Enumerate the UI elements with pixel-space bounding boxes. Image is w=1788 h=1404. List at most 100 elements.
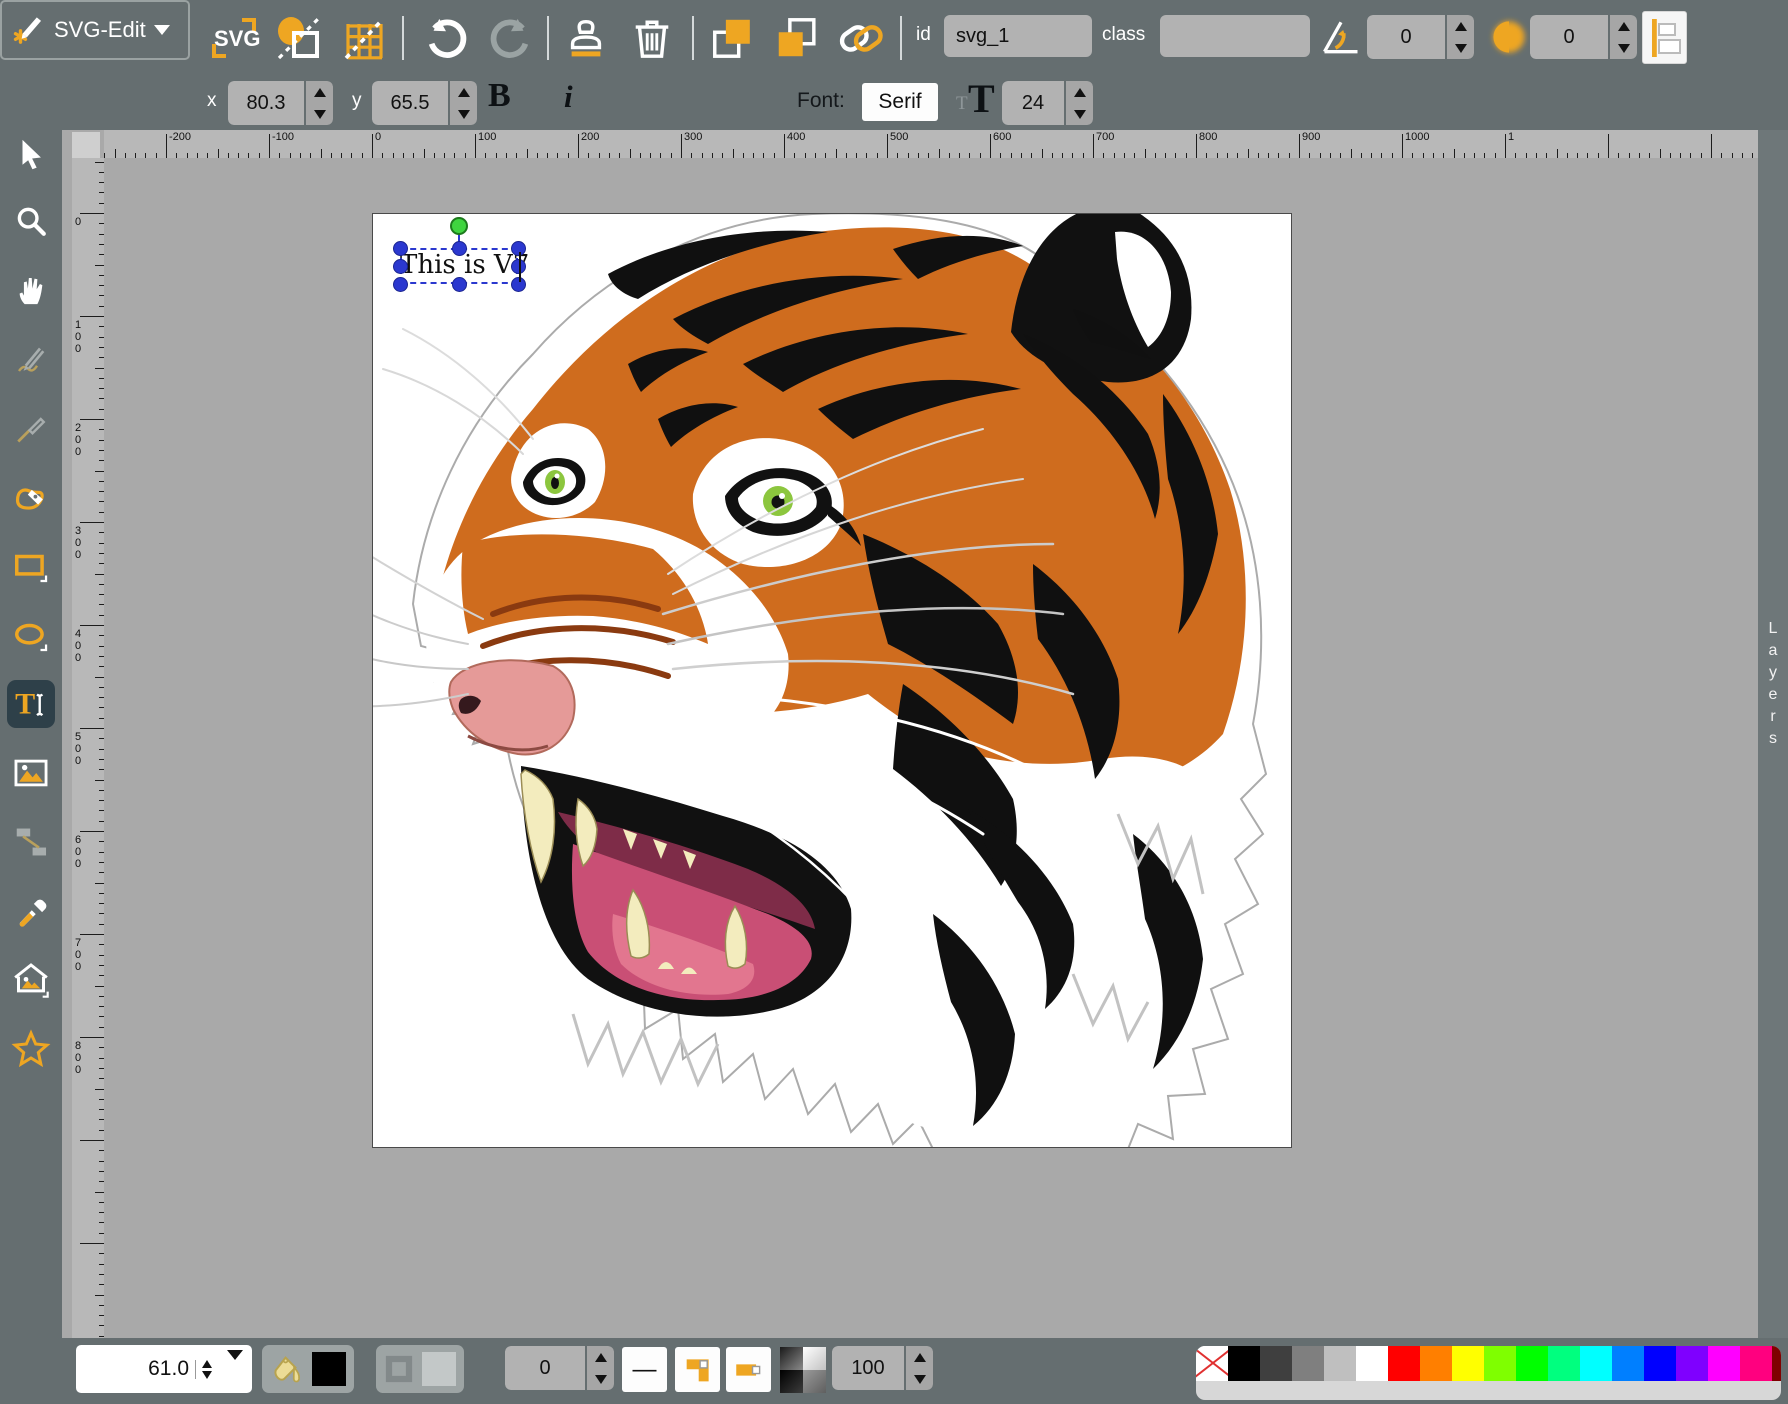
font-size-spinner[interactable]: 24 <box>1002 81 1093 125</box>
zoom-spin-arrows[interactable] <box>195 1360 218 1379</box>
opacity-icon[interactable] <box>780 1347 826 1393</box>
palette-swatch-7f0000[interactable] <box>1772 1346 1781 1381</box>
y-spin-arrows[interactable] <box>450 81 477 125</box>
zoom-control[interactable]: 61.0 <box>76 1345 252 1393</box>
font-family-button[interactable]: Serif <box>862 83 938 121</box>
font-size-value: 24 <box>1002 81 1064 125</box>
grid-snap-button[interactable] <box>337 12 391 64</box>
align-button[interactable] <box>1642 11 1687 64</box>
delete-button[interactable] <box>626 12 678 64</box>
ruler-tick <box>1196 134 1197 158</box>
bold-button[interactable]: B <box>488 77 511 115</box>
palette-swatch-000000[interactable] <box>1228 1346 1260 1381</box>
tool-zoom[interactable] <box>7 197 55 245</box>
blur-spin-arrows[interactable] <box>1610 15 1637 59</box>
undo-button[interactable] <box>421 12 471 64</box>
resize-handle-w[interactable] <box>393 259 408 274</box>
move-to-front-button[interactable] <box>706 12 758 64</box>
tool-eyedropper[interactable] <box>7 887 55 935</box>
palette-swatch-ff7f00[interactable] <box>1420 1346 1452 1381</box>
tool-image[interactable] <box>7 749 55 797</box>
x-spin-arrows[interactable] <box>306 81 333 125</box>
move-to-back-button[interactable] <box>770 12 822 64</box>
layers-panel-toggle[interactable]: L a y e r s <box>1758 618 1788 750</box>
resize-handle-sw[interactable] <box>393 277 408 292</box>
font-size-spin-arrows[interactable] <box>1066 81 1093 125</box>
palette-swatch-00ff00[interactable] <box>1516 1346 1548 1381</box>
opacity-spinner[interactable]: 100 <box>832 1346 933 1390</box>
palette-swatch-none[interactable] <box>1196 1346 1228 1381</box>
make-link-button[interactable] <box>834 12 888 64</box>
ruler-tick <box>248 153 249 158</box>
ruler-tick <box>1546 153 1547 158</box>
palette-swatch-7f00ff[interactable] <box>1676 1346 1708 1381</box>
tool-ellipse[interactable] <box>7 611 55 659</box>
tool-path[interactable] <box>7 473 55 521</box>
ruler-tick <box>99 1150 104 1151</box>
ruler-tick <box>1031 153 1032 158</box>
ruler-label: 1 0 0 <box>75 319 81 355</box>
stroke-color-swatch[interactable] <box>422 1352 456 1386</box>
y-spinner[interactable]: 65.5 <box>372 81 477 125</box>
x-spinner[interactable]: 80.3 <box>228 81 333 125</box>
fill-color-control[interactable] <box>262 1345 354 1393</box>
ruler-tick <box>99 996 104 997</box>
angle-spinner[interactable]: 0 <box>1367 15 1474 59</box>
tool-text[interactable]: T <box>7 680 55 728</box>
palette-swatch-7f7f7f[interactable] <box>1292 1346 1324 1381</box>
opacity-spin-arrows[interactable] <box>906 1346 933 1390</box>
tool-shape-library[interactable] <box>7 956 55 1004</box>
ruler-label: 5 0 0 <box>75 731 81 767</box>
element-id-input[interactable]: svg_1 <box>944 15 1092 57</box>
stroke-color-control[interactable] <box>376 1345 464 1393</box>
linecap-button[interactable] <box>726 1347 771 1392</box>
tool-select[interactable] <box>7 130 55 178</box>
rotate-handle[interactable] <box>450 217 468 235</box>
resize-handle-nw[interactable] <box>393 241 408 256</box>
palette-swatch-007fff[interactable] <box>1612 1346 1644 1381</box>
tool-line[interactable] <box>7 404 55 452</box>
wireframe-mode-button[interactable] <box>272 12 326 64</box>
palette-swatch-00ffff[interactable] <box>1580 1346 1612 1381</box>
zoom-value[interactable]: 61.0 <box>76 1357 195 1381</box>
tool-pencil[interactable] <box>7 335 55 383</box>
resize-handle-n[interactable] <box>452 241 467 256</box>
tool-connector[interactable] <box>7 818 55 866</box>
edit-source-button[interactable]: SVG <box>206 14 262 62</box>
resize-handle-s[interactable] <box>452 277 467 292</box>
fill-color-swatch[interactable] <box>312 1352 346 1386</box>
palette-swatch-ff0000[interactable] <box>1388 1346 1420 1381</box>
palette-swatch-ffff00[interactable] <box>1452 1346 1484 1381</box>
element-class-input[interactable] <box>1160 15 1310 57</box>
palette-swatch-ffffff[interactable] <box>1356 1346 1388 1381</box>
svg-canvas[interactable]: This is V7 <box>372 213 1292 1148</box>
ruler-tick <box>99 563 104 564</box>
stroke-dash-button[interactable]: — <box>622 1347 667 1392</box>
main-menu-button[interactable]: SVG-Edit <box>0 0 190 60</box>
ruler-tick <box>99 1171 104 1172</box>
palette-swatch-ff007f[interactable] <box>1740 1346 1772 1381</box>
angle-spin-arrows[interactable] <box>1447 15 1474 59</box>
linejoin-button[interactable] <box>675 1347 720 1392</box>
tool-pan[interactable] <box>7 266 55 314</box>
blur-spinner[interactable]: 0 <box>1530 15 1637 59</box>
clone-stamp-button[interactable] <box>560 12 612 64</box>
palette-swatch-00ff7f[interactable] <box>1548 1346 1580 1381</box>
zoom-dropdown[interactable] <box>218 1360 252 1378</box>
palette-swatch-7fff00[interactable] <box>1484 1346 1516 1381</box>
stroke-width-spinner[interactable]: 0 <box>505 1346 614 1390</box>
palette-swatch-3f3f3f[interactable] <box>1260 1346 1292 1381</box>
redo-button[interactable] <box>486 12 536 64</box>
palette-swatch-ff00ff[interactable] <box>1708 1346 1740 1381</box>
palette-swatch-bfbfbf[interactable] <box>1324 1346 1356 1381</box>
ruler-tick <box>527 149 528 158</box>
stroke-width-spin-arrows[interactable] <box>587 1346 614 1390</box>
italic-button[interactable]: i <box>564 79 573 115</box>
tool-star[interactable] <box>7 1025 55 1073</box>
ruler-tick <box>866 153 867 158</box>
palette-swatch-0000ff[interactable] <box>1644 1346 1676 1381</box>
ruler-tick <box>485 153 486 158</box>
ruler-tick <box>1495 153 1496 158</box>
ruler-tick <box>1093 134 1094 158</box>
tool-rectangle[interactable] <box>7 542 55 590</box>
